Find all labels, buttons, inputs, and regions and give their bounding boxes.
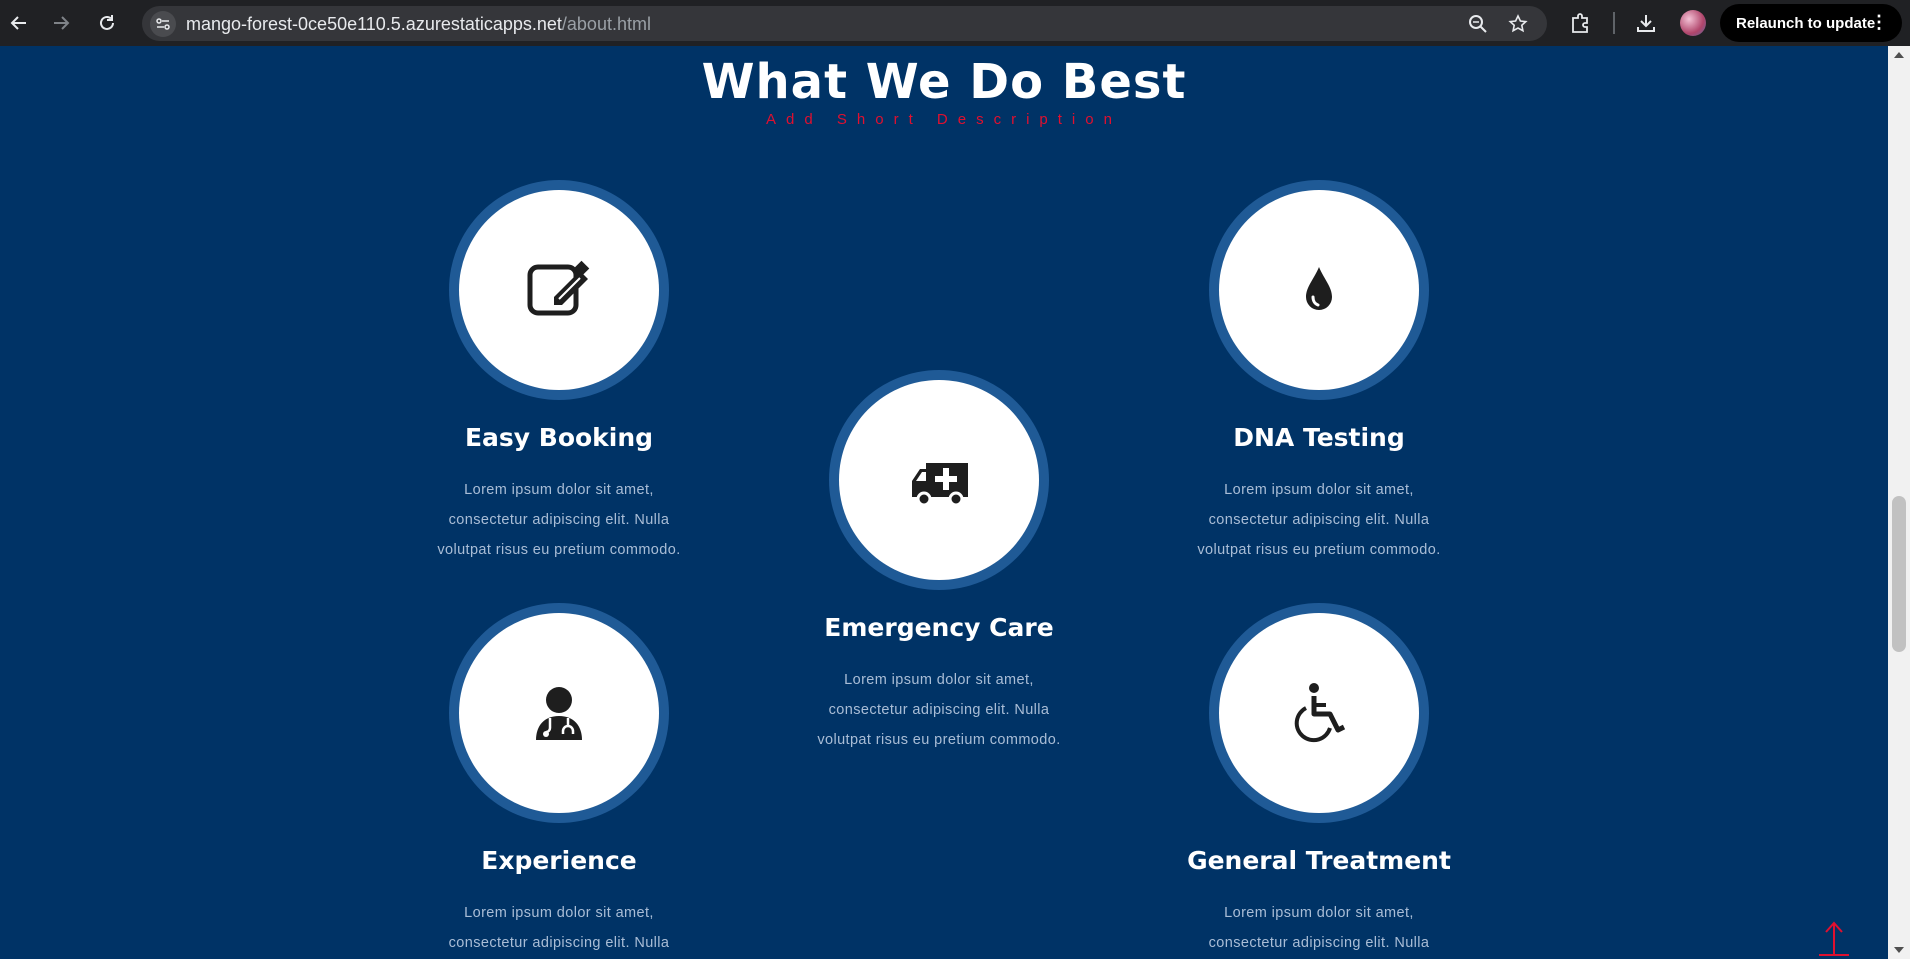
extensions-icon[interactable]: [1568, 11, 1592, 35]
service-title: Easy Booking: [464, 423, 654, 452]
service-description: Lorem ipsum dolor sit amet, consectetur …: [817, 672, 1061, 748]
browser-toolbar: mango-forest-0ce50e110.5.azurestaticapps…: [0, 0, 1910, 46]
back-icon[interactable]: [6, 10, 32, 36]
service-icon-ring: [449, 603, 669, 823]
service-title: DNA Testing: [1233, 423, 1405, 452]
forward-icon[interactable]: [48, 10, 74, 36]
scroll-thumb[interactable]: [1892, 496, 1906, 652]
service-emergency-care: Emergency Care Lorem ipsum dolor sit ame…: [789, 370, 1089, 748]
url-domain: mango-forest-0ce50e110.5.azurestaticapps…: [186, 14, 562, 34]
scroll-up-icon[interactable]: [1894, 52, 1904, 58]
service-easy-booking: Easy Booking Lorem ipsum dolor sit amet,…: [409, 180, 709, 558]
service-icon-disc: [459, 613, 659, 813]
service-description: Lorem ipsum dolor sit amet, consectetur …: [1197, 482, 1441, 558]
back-to-top-button[interactable]: [1816, 918, 1852, 958]
profile-avatar[interactable]: [1680, 10, 1706, 36]
service-description: Lorem ipsum dolor sit amet, consectetur …: [448, 905, 670, 951]
service-icon-ring: [1209, 180, 1429, 400]
url-text[interactable]: mango-forest-0ce50e110.5.azurestaticapps…: [186, 14, 651, 35]
drop-icon: [1306, 267, 1332, 310]
wheelchair-icon: [1294, 683, 1346, 743]
site-info-icon[interactable]: [150, 11, 176, 37]
relaunch-label: Relaunch to update: [1736, 14, 1876, 32]
service-icon-disc: [839, 380, 1039, 580]
service-experience: Experience Lorem ipsum dolor sit amet, c…: [409, 603, 709, 951]
arrow-up-icon: [1819, 921, 1849, 956]
url-path: /about.html: [561, 14, 651, 34]
service-icon-ring: [449, 180, 669, 400]
menu-icon[interactable]: ⋮: [1870, 13, 1888, 31]
service-title: Emergency Care: [824, 613, 1054, 642]
section-title: What We Do Best: [701, 54, 1187, 110]
page-content: What We Do Best Add Short Description Ea…: [0, 46, 1888, 959]
service-general-treatment: General Treatment Lorem ipsum dolor sit …: [1169, 603, 1469, 951]
address-bar[interactable]: mango-forest-0ce50e110.5.azurestaticapps…: [142, 6, 1547, 41]
service-description: Lorem ipsum dolor sit amet, consectetur …: [1208, 905, 1430, 951]
service-title: General Treatment: [1187, 846, 1451, 875]
reload-icon[interactable]: [94, 10, 120, 36]
service-description: Lorem ipsum dolor sit amet, consectetur …: [437, 482, 681, 558]
section-subtitle: Add Short Description: [766, 111, 1122, 128]
service-dna-testing: DNA Testing Lorem ipsum dolor sit amet, …: [1169, 180, 1469, 558]
service-title: Experience: [481, 846, 637, 875]
service-icon-disc: [1219, 613, 1419, 813]
doctor-icon: [536, 687, 582, 740]
toolbar-divider: [1613, 12, 1615, 34]
zoom-icon[interactable]: [1467, 13, 1489, 35]
edit-icon: [527, 260, 590, 316]
page-scrollbar[interactable]: [1888, 46, 1910, 959]
relaunch-button[interactable]: Relaunch to update ⋮: [1720, 4, 1902, 42]
service-icon-ring: [829, 370, 1049, 590]
download-icon[interactable]: [1634, 11, 1658, 35]
service-icon-disc: [1219, 190, 1419, 390]
service-icon-ring: [1209, 603, 1429, 823]
ambulance-icon: [912, 463, 968, 507]
bookmark-star-icon[interactable]: [1507, 13, 1529, 35]
scroll-down-icon[interactable]: [1894, 947, 1904, 953]
service-icon-disc: [459, 190, 659, 390]
